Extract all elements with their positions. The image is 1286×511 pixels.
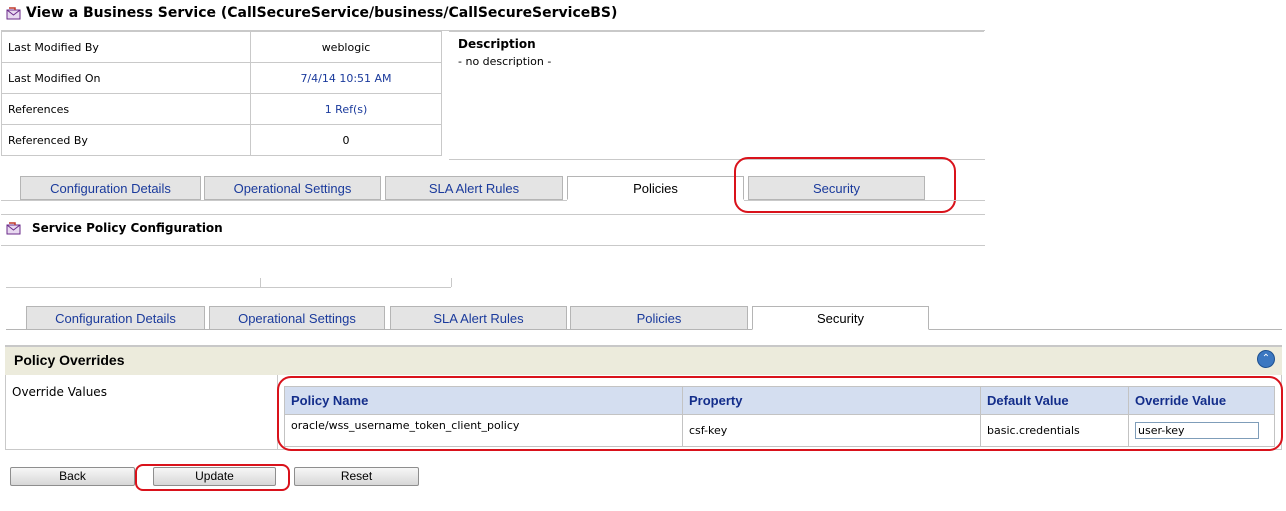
divider — [451, 278, 452, 287]
policy-overrides-title: Policy Overrides — [14, 352, 125, 368]
tab-policies[interactable]: Policies — [567, 176, 744, 200]
business-service-icon — [6, 7, 22, 21]
tab-configuration-details[interactable]: Configuration Details — [20, 176, 201, 200]
divider — [260, 278, 261, 287]
properties-table: Last Modified By weblogic Last Modified … — [1, 31, 442, 156]
property-label: Last Modified On — [1, 62, 251, 94]
description-panel: Description - no description - — [449, 31, 984, 160]
references-link[interactable]: 1 Ref(s) — [250, 93, 442, 125]
back-button[interactable]: Back — [10, 467, 135, 486]
tab-security[interactable]: Security — [752, 306, 929, 330]
last-modified-link[interactable]: 7/4/14 10:51 AM — [250, 62, 442, 94]
table-row: Last Modified By weblogic — [1, 31, 442, 63]
tab-operational-settings[interactable]: Operational Settings — [209, 306, 385, 330]
table-row: References 1 Ref(s) — [1, 93, 442, 125]
table-row: Last Modified On 7/4/14 10:51 AM — [1, 62, 442, 94]
tab-sla-alert-rules[interactable]: SLA Alert Rules — [385, 176, 563, 200]
tab-sla-alert-rules[interactable]: SLA Alert Rules — [390, 306, 567, 330]
section-title: Service Policy Configuration — [32, 221, 223, 235]
property-value: 0 — [250, 124, 442, 156]
page-title: View a Business Service (CallSecureServi… — [26, 5, 618, 21]
annotation-circle — [277, 376, 1283, 451]
property-label: References — [1, 93, 251, 125]
description-heading: Description — [458, 37, 536, 51]
tab-policies[interactable]: Policies — [570, 306, 748, 330]
property-label: Referenced By — [1, 124, 251, 156]
annotation-circle — [734, 157, 956, 213]
property-value: weblogic — [250, 31, 442, 63]
description-text: - no description - — [458, 55, 552, 68]
reset-button[interactable]: Reset — [294, 467, 419, 486]
annotation-circle — [135, 464, 290, 491]
tab-configuration-details[interactable]: Configuration Details — [26, 306, 205, 330]
property-label: Last Modified By — [1, 31, 251, 63]
collapse-icon[interactable]: ⌃ — [1257, 350, 1275, 368]
override-values-label: Override Values — [12, 385, 107, 399]
policy-overrides-header: Policy Overrides — [5, 345, 1282, 375]
tab-operational-settings[interactable]: Operational Settings — [204, 176, 381, 200]
table-row: Referenced By 0 — [1, 124, 442, 156]
service-policy-icon — [6, 222, 22, 236]
